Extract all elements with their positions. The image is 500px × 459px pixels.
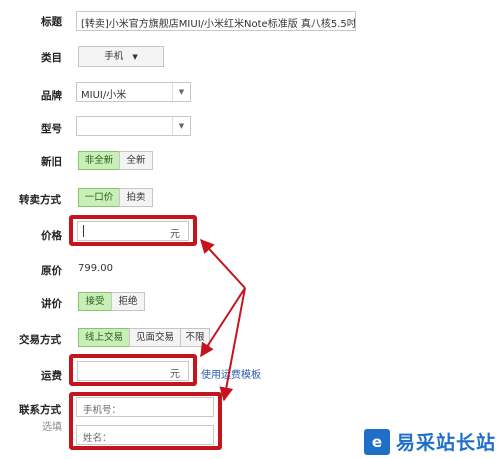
watermark-text: 易采站长站 — [396, 432, 497, 454]
watermark-logo-icon: e — [364, 429, 390, 455]
watermark: e 易采站长站 — [360, 425, 500, 459]
annotation-arrow-price — [200, 238, 246, 289]
annotation-arrows — [200, 238, 246, 402]
